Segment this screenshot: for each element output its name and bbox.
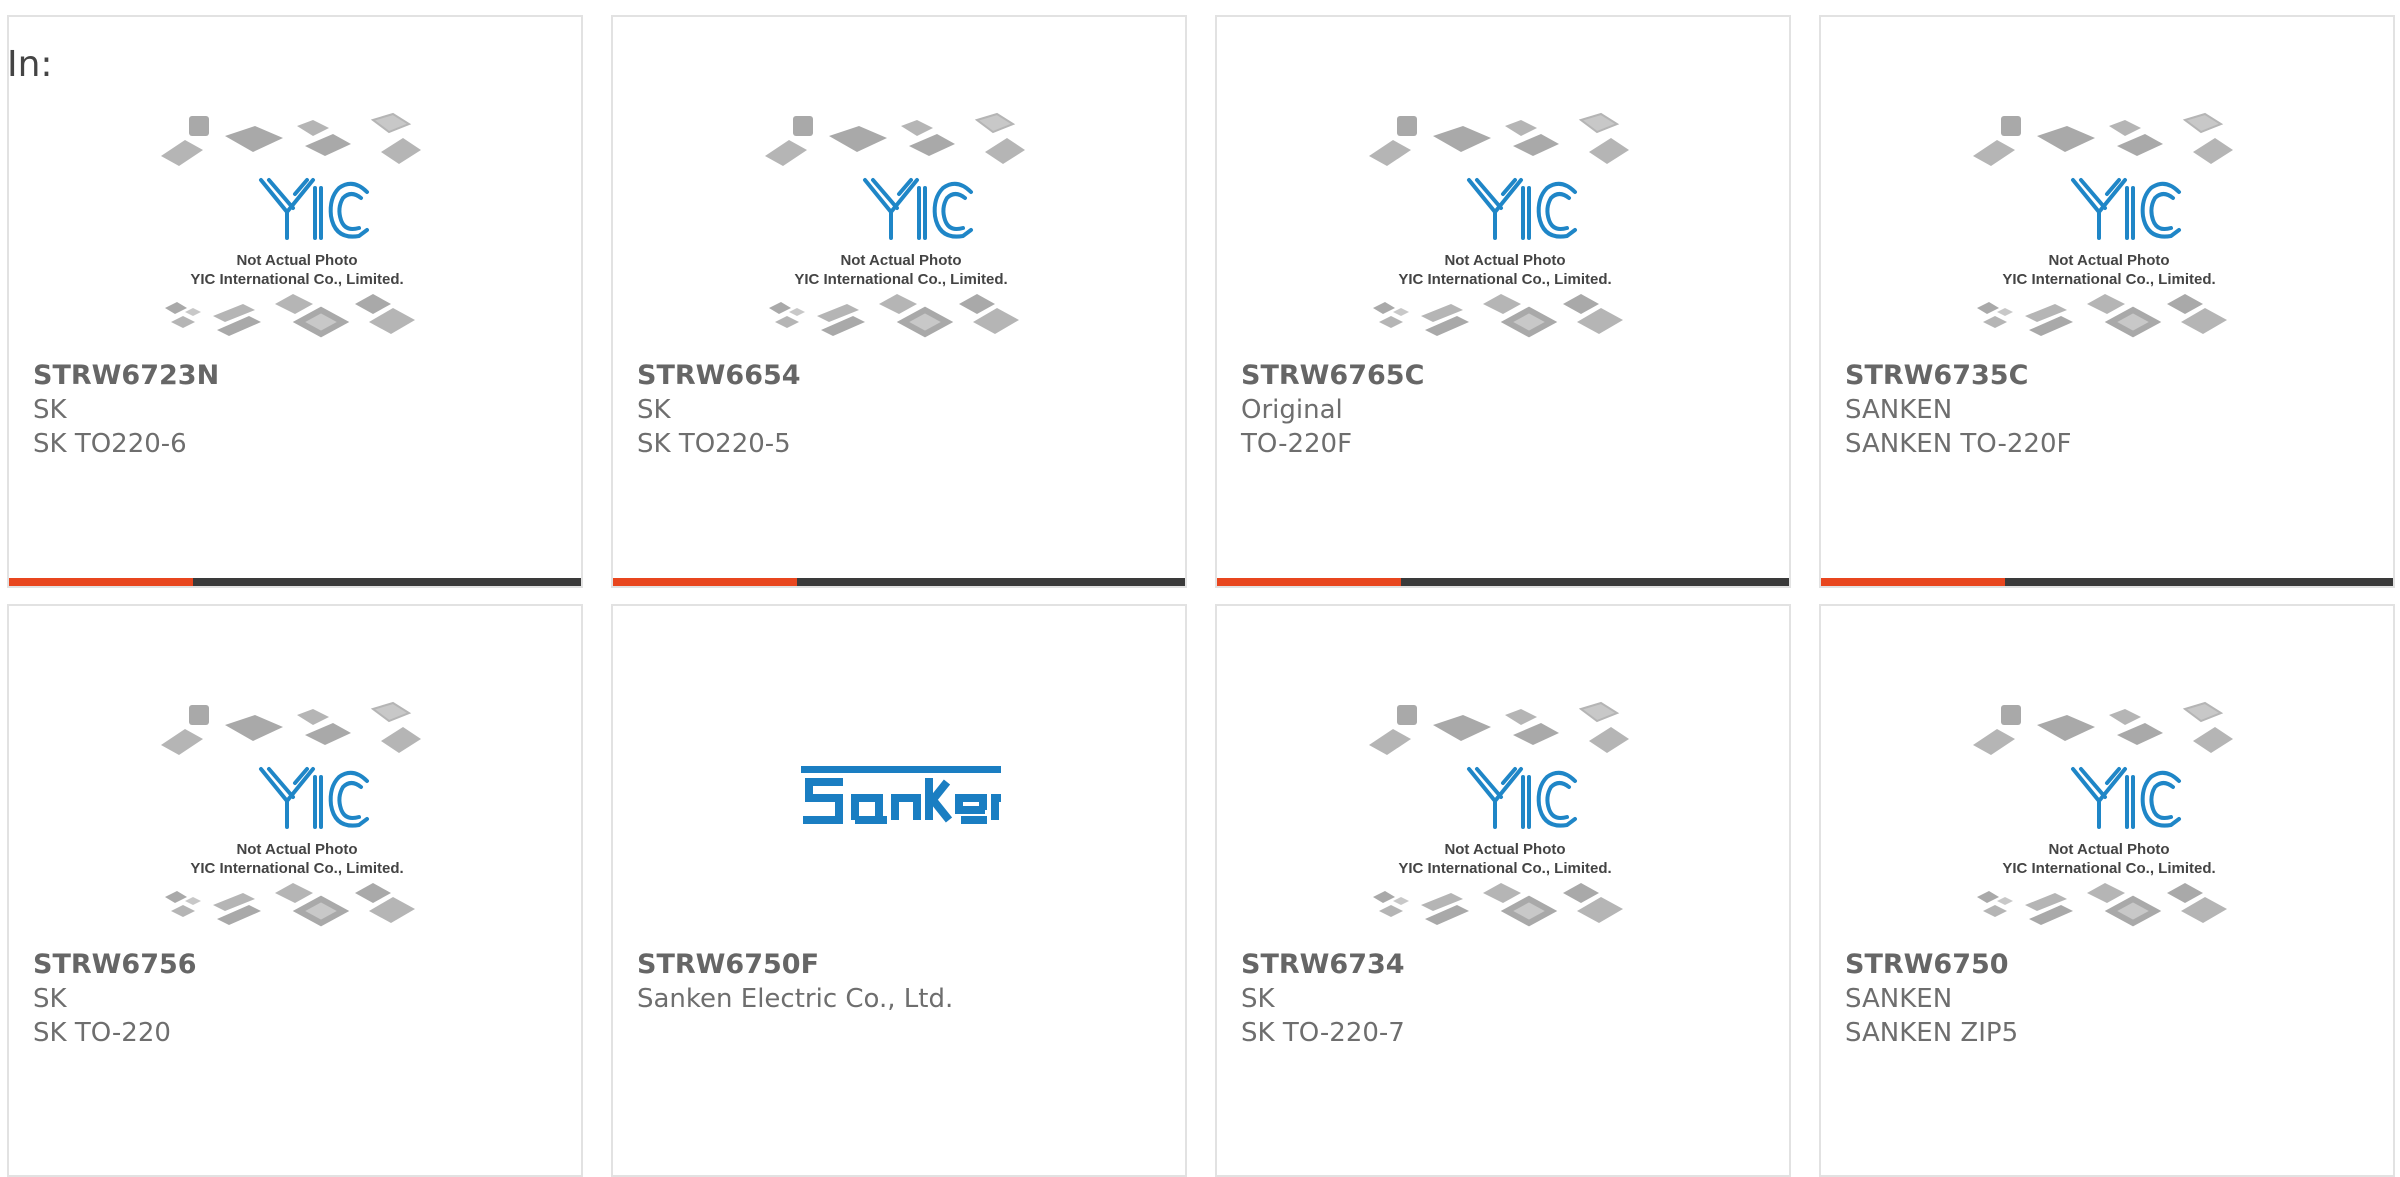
part-number[interactable]: STRW6654 [637, 359, 1175, 393]
package: SANKEN ZIP5 [1845, 1018, 2019, 1048]
product-image[interactable]: Not Actual Photo YIC International Co., … [9, 99, 581, 367]
placeholder-line2: YIC International Co., Limited. [1398, 271, 1611, 288]
placeholder-line2: YIC International Co., Limited. [2002, 271, 2215, 288]
chips-bottom-icon [165, 883, 415, 927]
manufacturer: SK [637, 395, 671, 425]
yic-placeholder-image: Not Actual Photo YIC International Co., … [161, 112, 421, 338]
chips-top-icon [765, 112, 1025, 166]
yic-logo-icon [863, 178, 973, 240]
product-image[interactable]: Not Actual Photo YIC International Co., … [1217, 99, 1789, 367]
manufacturer: SANKEN [1845, 395, 1953, 425]
product-info: STRW6723N SK SK TO220-6 [33, 359, 571, 461]
product-image[interactable] [613, 662, 1185, 930]
chips-bottom-icon [1373, 294, 1623, 338]
product-image[interactable]: Not Actual Photo YIC International Co., … [1217, 688, 1789, 956]
card-accent-bar [613, 578, 1185, 586]
yic-placeholder-image: Not Actual Photo YIC International Co., … [161, 701, 421, 927]
placeholder-line1: Not Actual Photo [2048, 841, 2169, 858]
manufacturer: SK [33, 984, 67, 1014]
manufacturer: SANKEN [1845, 984, 1953, 1014]
part-number[interactable]: STRW6765C [1241, 359, 1779, 393]
yic-placeholder-image: Not Actual Photo YIC International Co., … [1369, 112, 1629, 338]
package: SK TO-220-7 [1241, 1018, 1405, 1048]
placeholder-line2: YIC International Co., Limited. [190, 271, 403, 288]
product-card[interactable]: Not Actual Photo YIC International Co., … [1215, 15, 1791, 588]
chips-top-icon [1369, 701, 1629, 755]
yic-logo-icon [2071, 178, 2181, 240]
yic-logo-icon [259, 767, 369, 829]
product-info: STRW6750 SANKEN SANKEN ZIP5 [1845, 948, 2383, 1050]
product-image[interactable]: Not Actual Photo YIC International Co., … [1821, 688, 2393, 956]
chips-bottom-icon [165, 294, 415, 338]
product-info: STRW6750F Sanken Electric Co., Ltd. [637, 948, 1175, 1016]
product-card[interactable]: Not Actual Photo YIC International Co., … [7, 15, 583, 588]
chips-top-icon [1973, 701, 2233, 755]
manufacturer: Sanken Electric Co., Ltd. [637, 984, 954, 1014]
product-card[interactable]: Not Actual Photo YIC International Co., … [7, 604, 583, 1177]
chips-top-icon [161, 701, 421, 755]
product-card[interactable]: Not Actual Photo YIC International Co., … [611, 15, 1187, 588]
card-accent-bar [1217, 578, 1789, 586]
product-image[interactable]: Not Actual Photo YIC International Co., … [1821, 99, 2393, 367]
product-info: STRW6765C Original TO-220F [1241, 359, 1779, 461]
package: SK TO220-6 [33, 429, 187, 459]
package: SK TO220-5 [637, 429, 791, 459]
sanken-logo-icon [801, 766, 1001, 824]
placeholder-line2: YIC International Co., Limited. [2002, 860, 2215, 877]
yic-placeholder-image: Not Actual Photo YIC International Co., … [1973, 112, 2233, 338]
manufacturer: SK [33, 395, 67, 425]
product-card[interactable]: Not Actual Photo YIC International Co., … [1215, 604, 1791, 1177]
placeholder-line1: Not Actual Photo [1444, 841, 1565, 858]
placeholder-line1: Not Actual Photo [236, 841, 357, 858]
placeholder-line1: Not Actual Photo [2048, 252, 2169, 269]
part-number[interactable]: STRW6735C [1845, 359, 2383, 393]
chips-bottom-icon [1977, 294, 2227, 338]
yic-placeholder-image: Not Actual Photo YIC International Co., … [1973, 701, 2233, 927]
product-card[interactable]: STRW6750F Sanken Electric Co., Ltd. [611, 604, 1187, 1177]
yic-placeholder-image: Not Actual Photo YIC International Co., … [765, 112, 1025, 338]
chips-bottom-icon [769, 294, 1019, 338]
manufacturer: Original [1241, 395, 1343, 425]
product-info: STRW6654 SK SK TO220-5 [637, 359, 1175, 461]
chips-top-icon [1369, 112, 1629, 166]
yic-logo-icon [259, 178, 369, 240]
placeholder-line2: YIC International Co., Limited. [1398, 860, 1611, 877]
part-number[interactable]: STRW6750 [1845, 948, 2383, 982]
product-info: STRW6734 SK SK TO-220-7 [1241, 948, 1779, 1050]
yic-logo-icon [1467, 178, 1577, 240]
product-card[interactable]: Not Actual Photo YIC International Co., … [1819, 604, 2395, 1177]
yic-logo-icon [2071, 767, 2181, 829]
chips-bottom-icon [1373, 883, 1623, 927]
placeholder-line2: YIC International Co., Limited. [794, 271, 1007, 288]
product-image[interactable]: Not Actual Photo YIC International Co., … [9, 688, 581, 956]
product-info: STRW6735C SANKEN SANKEN TO-220F [1845, 359, 2383, 461]
part-number[interactable]: STRW6750F [637, 948, 1175, 982]
product-image[interactable]: Not Actual Photo YIC International Co., … [613, 99, 1185, 367]
card-accent-bar [9, 578, 581, 586]
chips-top-icon [161, 112, 421, 166]
part-number[interactable]: STRW6734 [1241, 948, 1779, 982]
yic-placeholder-image: Not Actual Photo YIC International Co., … [1369, 701, 1629, 927]
filter-label: In: [7, 44, 53, 85]
product-card[interactable]: Not Actual Photo YIC International Co., … [1819, 15, 2395, 588]
yic-logo-icon [1467, 767, 1577, 829]
package: TO-220F [1241, 429, 1353, 459]
chips-top-icon [1973, 112, 2233, 166]
part-number[interactable]: STRW6756 [33, 948, 571, 982]
chips-bottom-icon [1977, 883, 2227, 927]
placeholder-line1: Not Actual Photo [840, 252, 961, 269]
card-accent-bar [1821, 578, 2393, 586]
package: SANKEN TO-220F [1845, 429, 2072, 459]
product-info: STRW6756 SK SK TO-220 [33, 948, 571, 1050]
part-number[interactable]: STRW6723N [33, 359, 571, 393]
placeholder-line1: Not Actual Photo [1444, 252, 1565, 269]
placeholder-line2: YIC International Co., Limited. [190, 860, 403, 877]
package: SK TO-220 [33, 1018, 171, 1048]
placeholder-line1: Not Actual Photo [236, 252, 357, 269]
manufacturer: SK [1241, 984, 1275, 1014]
